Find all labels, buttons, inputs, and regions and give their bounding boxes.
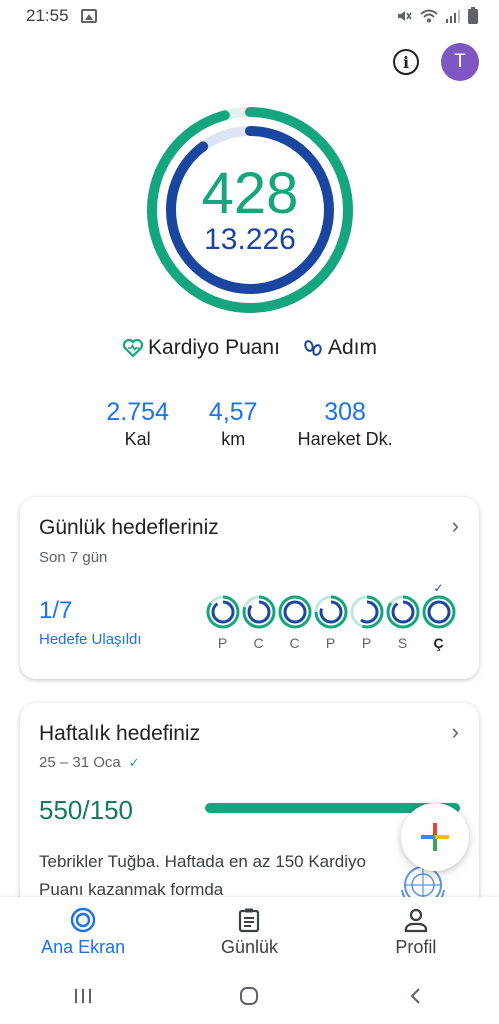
nav-profile-label: Profil [395, 936, 437, 957]
weekday-ring[interactable]: ✓ Ç [422, 581, 455, 651]
weekday-ring-graphic [422, 595, 455, 629]
weekday-ring-graphic [278, 595, 311, 629]
home-icon[interactable] [238, 985, 260, 1007]
nav-journal[interactable]: Günlük [166, 897, 332, 967]
weekday-label: C [289, 635, 300, 651]
gallery-icon [80, 9, 97, 23]
card-title: Haftalık hedefiniz [39, 722, 201, 745]
weekday-label: P [325, 635, 336, 651]
stat-value: 4,57 [208, 398, 258, 426]
weekday-ring[interactable]: P [350, 595, 383, 651]
activity-rings[interactable]: 428 13.226 [145, 105, 355, 315]
weekday-label: C [253, 635, 264, 651]
weekday-label: S [397, 635, 408, 651]
add-button[interactable] [401, 803, 469, 871]
signal-icon [446, 10, 460, 23]
weekday-label: P [361, 635, 372, 651]
stat-calories[interactable]: 2.754 Kal [86, 398, 189, 450]
battery-icon [468, 7, 478, 24]
week-date-range: 25 – 31 Oca [39, 754, 121, 771]
ring-values: 428 13.226 [145, 105, 355, 315]
week-date-row: 25 – 31 Oca ✓ [39, 754, 140, 771]
weekday-ring[interactable]: S [386, 595, 419, 651]
wifi-icon [420, 9, 438, 23]
legend-steps-label: Adım [327, 336, 377, 359]
nav-profile[interactable]: Profil [333, 897, 499, 967]
ring-legend: Kardiyo Puanı Adım [0, 336, 499, 360]
footsteps-icon [304, 340, 322, 356]
nav-home[interactable]: Ana Ekran [0, 897, 166, 967]
stat-move-minutes[interactable]: 308 Hareket Dk. [278, 398, 413, 450]
home-ring-icon [70, 907, 96, 932]
person-icon [404, 908, 427, 932]
stat-value: 2.754 [106, 398, 169, 426]
weekday-ring[interactable]: P [206, 595, 239, 651]
goal-count: 1/7 [39, 597, 73, 624]
weekday-ring-graphic [314, 595, 347, 629]
info-icon[interactable]: i [393, 49, 419, 75]
weekday-label: Ç [433, 635, 444, 651]
weekday-ring-graphic [206, 595, 239, 629]
weekday-ring-graphic [386, 595, 419, 629]
summary-stats: 2.754 Kal 4,57 km 308 Hareket Dk. [0, 398, 499, 450]
steps-value: 13.226 [204, 222, 296, 256]
bottom-navigation: Ana Ekran Günlük Profil [0, 897, 499, 967]
weekday-ring-graphic [350, 595, 383, 629]
journal-icon [239, 908, 260, 932]
recents-icon[interactable] [72, 986, 94, 1006]
week-message: Tebrikler Tuğba. Haftada en az 150 Kardi… [39, 852, 366, 899]
week-score: 550/150 [39, 795, 133, 825]
weekday-ring[interactable]: C [278, 595, 311, 651]
nav-home-label: Ana Ekran [41, 936, 126, 957]
goal-count-label: Hedefe Ulaşıldı [39, 631, 142, 648]
weekday-ring[interactable]: C [242, 595, 275, 651]
status-bar: 21:55 [0, 0, 499, 32]
heart-icon [122, 338, 144, 358]
stat-value: 308 [324, 398, 366, 426]
legend-cardio-label: Kardiyo Puanı [148, 336, 280, 359]
chevron-right-icon[interactable]: › [452, 719, 459, 745]
stat-distance[interactable]: 4,57 km [189, 398, 278, 450]
card-subtitle: Son 7 gün [39, 549, 108, 566]
stat-label: Hareket Dk. [297, 429, 393, 449]
mute-icon [398, 11, 412, 21]
check-icon: ✓ [128, 754, 140, 770]
back-icon[interactable] [405, 985, 427, 1007]
top-actions: i T [393, 43, 479, 81]
legend-cardio: Kardiyo Puanı [122, 336, 280, 360]
daily-goals-card[interactable]: Günlük hedefleriniz › Son 7 gün 1/7 Hede… [20, 497, 479, 679]
system-navigation-bar [0, 967, 499, 1024]
weekday-label: P [217, 635, 228, 651]
weekday-ring[interactable]: P [314, 595, 347, 651]
stat-label: Kal [124, 429, 151, 449]
card-title: Günlük hedefleriniz [39, 516, 219, 539]
legend-steps: Adım [302, 336, 377, 360]
stat-label: km [221, 429, 246, 449]
avatar[interactable]: T [441, 43, 479, 81]
cardio-points-value: 428 [201, 160, 299, 226]
check-icon: ✓ [433, 581, 444, 595]
plus-icon [421, 823, 449, 851]
chevron-right-icon[interactable]: › [452, 513, 459, 539]
weekday-rings: P C C P P S ✓ Ç [206, 581, 455, 651]
status-icons [395, 7, 479, 25]
nav-journal-label: Günlük [220, 936, 279, 957]
status-time: 21:55 [26, 6, 69, 25]
weekday-ring-graphic [242, 595, 275, 629]
